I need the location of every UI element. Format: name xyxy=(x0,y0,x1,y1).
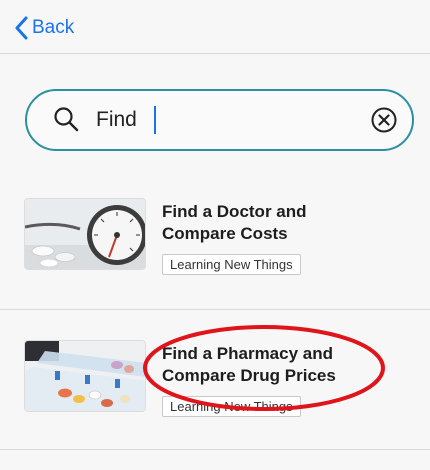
chevron-left-icon xyxy=(15,16,28,40)
result-title: Find a Doctor and Compare Costs xyxy=(162,201,402,245)
text-cursor xyxy=(154,106,156,134)
back-button[interactable]: Back xyxy=(14,14,74,42)
divider xyxy=(0,449,430,450)
result-title-line-2: Compare Costs xyxy=(162,224,288,243)
search-icon xyxy=(54,107,79,132)
divider xyxy=(0,309,430,310)
nav-bar: Back xyxy=(0,0,430,54)
result-title-line-2: Compare Drug Prices xyxy=(162,366,336,385)
result-item-find-doctor[interactable]: Find a Doctor and Compare Costs Learning… xyxy=(0,188,430,298)
category-tag: Learning New Things xyxy=(162,396,301,417)
thumbnail-pill-organizer-image xyxy=(24,340,146,412)
result-title: Find a Pharmacy and Compare Drug Prices xyxy=(162,343,402,387)
result-title-line-1: Find a Pharmacy and xyxy=(162,344,333,363)
back-label: Back xyxy=(32,17,75,38)
category-tag: Learning New Things xyxy=(162,254,301,275)
result-item-find-pharmacy[interactable]: Find a Pharmacy and Compare Drug Prices … xyxy=(0,330,430,440)
search-field[interactable]: Find xyxy=(25,89,414,151)
clear-icon[interactable] xyxy=(370,106,398,134)
result-title-line-1: Find a Doctor and xyxy=(162,202,307,221)
search-input[interactable]: Find xyxy=(96,91,137,148)
thumbnail-blood-pressure-image xyxy=(24,198,146,270)
